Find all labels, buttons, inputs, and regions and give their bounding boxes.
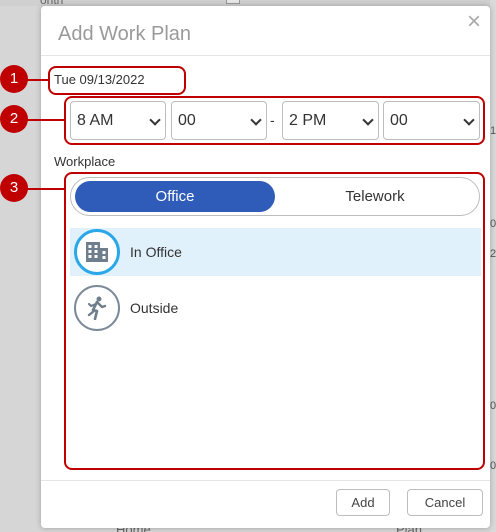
background-right-mark: 0 (490, 218, 496, 230)
annotation-line-3 (26, 188, 65, 190)
annotation-box-1 (48, 66, 186, 95)
background-right-mark: 2 (490, 248, 496, 260)
background-right-mark: 0 (490, 400, 496, 412)
background-top-box (226, 0, 240, 4)
cancel-button[interactable]: Cancel (407, 489, 483, 516)
workplace-label: Workplace (54, 154, 116, 169)
dialog-title: Add Work Plan (58, 23, 192, 45)
add-button[interactable]: Add (336, 489, 390, 516)
annotation-box-3 (64, 172, 485, 470)
footer-divider (41, 480, 490, 481)
close-icon[interactable]: × (462, 10, 486, 34)
background-right-mark: 1 (490, 125, 496, 137)
dialog-header: Add Work Plan × (41, 6, 490, 56)
annotation-line-2 (26, 119, 65, 121)
annotation-line-1 (26, 79, 49, 81)
annotation-marker-3: 3 (0, 174, 28, 202)
background-right-strip (490, 0, 496, 532)
annotation-marker-2: 2 (0, 105, 28, 133)
annotation-marker-1: 1 (0, 65, 28, 93)
background-right-mark: 0 (490, 460, 496, 472)
annotation-box-2 (64, 96, 485, 145)
